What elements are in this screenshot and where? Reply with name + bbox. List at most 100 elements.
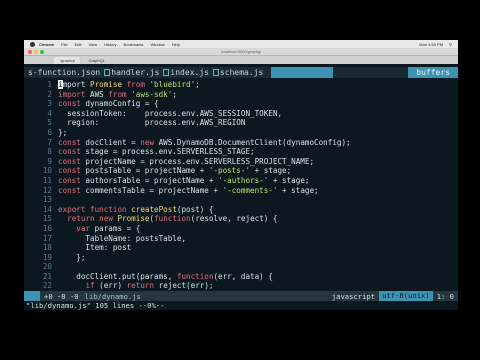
menu-edit[interactable]: Edit	[75, 42, 82, 47]
apple-icon[interactable]	[30, 41, 35, 47]
code-line[interactable]: 2 import AWS from 'aws-sdk';	[24, 90, 458, 100]
menubar: Chrome File Edit View History Bookmarks …	[24, 40, 458, 48]
editor-tab[interactable]: schema.js	[211, 68, 265, 77]
code-text[interactable]: const stage = process.env.SERVERLESS_STA…	[58, 147, 255, 157]
code-text[interactable]: export function createPost(post) {	[58, 205, 213, 215]
modeline-filename: lib/dynamo.js	[84, 291, 141, 301]
line-number: 11	[42, 175, 52, 185]
close-window-icon[interactable]	[28, 49, 32, 54]
line-number: 14	[42, 204, 52, 214]
file-icon	[212, 69, 219, 76]
code-line[interactable]: 9 const projectName = process.env.SERVERL…	[24, 157, 458, 167]
code-text[interactable]: const authorsTable = projectName + '-aut…	[58, 176, 309, 186]
browser-tab[interactable]: GraphQL	[82, 57, 111, 64]
menu-app[interactable]: Chrome	[39, 42, 54, 47]
code-text[interactable]: import AWS from 'aws-sdk';	[58, 90, 177, 100]
code-line[interactable]: 22 if (err) return reject(err);	[24, 281, 458, 291]
line-number: 17	[42, 233, 52, 243]
line-number: 8	[47, 147, 52, 157]
file-icon	[104, 69, 111, 76]
editor-tab-label: index.js	[170, 68, 209, 77]
code-text[interactable]: const commentsTable = projectName + '-co…	[58, 186, 319, 196]
code-editor[interactable]: 1 import Promise from 'bluebird'; 2 import …	[24, 80, 458, 291]
code-line[interactable]: 16 var params = {	[24, 224, 458, 234]
code-text[interactable]: const postsTable = projectName + '-posts…	[58, 166, 291, 176]
line-number: 18	[42, 243, 52, 253]
code-text[interactable]: docClient.put(params, function(err, data…	[58, 272, 273, 282]
code-line[interactable]: 6};	[24, 128, 458, 138]
minimize-window-icon[interactable]	[34, 49, 38, 54]
code-line[interactable]: 10 const postsTable = projectName + '-pos…	[24, 166, 458, 176]
code-line[interactable]: 18 Item: post	[24, 243, 458, 253]
line-number: 1	[47, 80, 52, 89]
line-number: 4	[47, 108, 52, 118]
code-line[interactable]: 8 const stage = process.env.SERVERLESS_ST…	[24, 147, 458, 157]
search-icon[interactable]: ⚲	[449, 42, 452, 47]
code-text[interactable]: if (err) return reject(err);	[58, 281, 213, 291]
code-line[interactable]: 17 TableName: postsTable,	[24, 234, 458, 244]
code-line[interactable]: 3 const dynamoConfig = {	[24, 99, 458, 109]
editor-tabbar: s-function.json handler.js index.js sche…	[24, 67, 458, 78]
code-line[interactable]: 21 docClient.put(params, function(err, d…	[24, 272, 458, 282]
menu-bookmarks[interactable]: Bookmarks	[124, 42, 144, 47]
code-text[interactable]: import Promise from 'bluebird';	[58, 80, 200, 90]
code-line[interactable]: 20	[24, 262, 458, 272]
code-line[interactable]: 13	[24, 195, 458, 205]
git-counts: +0 -0 -0	[44, 291, 79, 301]
line-number: 2	[47, 89, 52, 99]
editor-tab-active[interactable]	[271, 67, 334, 78]
editor-tab[interactable]: handler.js	[102, 68, 161, 77]
editor-tab-label: s-function.json	[28, 68, 101, 77]
screen: Chrome File Edit View History Bookmarks …	[24, 40, 458, 310]
menu-window[interactable]: Window	[151, 42, 165, 47]
code-text[interactable]: var params = {	[58, 224, 140, 234]
browser-tab[interactable]: /graphql	[54, 57, 81, 64]
code-line[interactable]: 15 return new Promise(function(resolve, …	[24, 214, 458, 224]
line-number: 6	[47, 127, 52, 137]
echo-area: "lib/dynamo.js" 105 lines --0%--	[24, 301, 458, 310]
code-text[interactable]: return new Promise(function(resolve, rej…	[58, 214, 277, 224]
code-line[interactable]: 19 };	[24, 253, 458, 263]
code-line[interactable]: 11 const authorsTable = projectName + '-a…	[24, 176, 458, 186]
line-number: 22	[42, 281, 52, 291]
code-text[interactable]: };	[58, 128, 67, 138]
menu-history[interactable]: History	[104, 42, 116, 47]
line-number: 12	[42, 185, 52, 195]
zoom-window-icon[interactable]	[40, 49, 44, 54]
line-number: 10	[42, 166, 52, 176]
code-line[interactable]: 1 import Promise from 'bluebird';	[24, 80, 458, 90]
code-text[interactable]: const projectName = process.env.SERVERLE…	[58, 157, 314, 167]
line-number: 7	[47, 137, 52, 147]
modeline: +0 -0 -0 lib/dynamo.js javascript utf-8(…	[24, 291, 458, 301]
major-mode[interactable]: javascript	[332, 292, 375, 301]
cursor: i	[58, 80, 63, 89]
editor-tab[interactable]: index.js	[161, 68, 211, 77]
window-controls	[28, 49, 44, 54]
code-text[interactable]: };	[58, 253, 85, 263]
buffers-button[interactable]: buffers	[408, 67, 458, 78]
code-text[interactable]: const docClient = new AWS.DynamoDB.Docum…	[58, 138, 351, 148]
line-number: 21	[42, 271, 52, 281]
line-number: 19	[42, 252, 52, 262]
window-titlebar: localhost:3000/graphql	[24, 48, 458, 56]
code-text[interactable]: sessionToken: process.env.AWS_SESSION_TO…	[58, 109, 282, 119]
code-text[interactable]: TableName: postsTable,	[58, 234, 186, 244]
menu-help[interactable]: Help	[172, 42, 180, 47]
code-text[interactable]: region: process.env.AWS_REGION	[58, 118, 245, 128]
code-text[interactable]: Item: post	[58, 243, 131, 253]
code-text[interactable]: const dynamoConfig = {	[58, 99, 159, 109]
clock: Mon 4:59 PM	[419, 41, 444, 47]
code-line[interactable]: 5 region: process.env.AWS_REGION	[24, 118, 458, 128]
encoding[interactable]: utf-8(unix)	[379, 291, 433, 301]
code-line[interactable]: 7 const docClient = new AWS.DynamoDB.Docu…	[24, 138, 458, 148]
editor-tab[interactable]: s-function.json	[24, 68, 102, 77]
menu-view[interactable]: View	[88, 42, 97, 47]
address-bar[interactable]: localhost:3000/graphql	[221, 49, 261, 54]
line-number: 9	[47, 156, 52, 166]
menu-file[interactable]: File	[61, 42, 67, 47]
line-number: 3	[47, 99, 52, 109]
code-line[interactable]: 4 sessionToken: process.env.AWS_SESSION_…	[24, 109, 458, 119]
line-number: 5	[47, 118, 52, 128]
code-line[interactable]: 14 export function createPost(post) {	[24, 205, 458, 215]
code-line[interactable]: 12 const commentsTable = projectName + '-…	[24, 186, 458, 196]
